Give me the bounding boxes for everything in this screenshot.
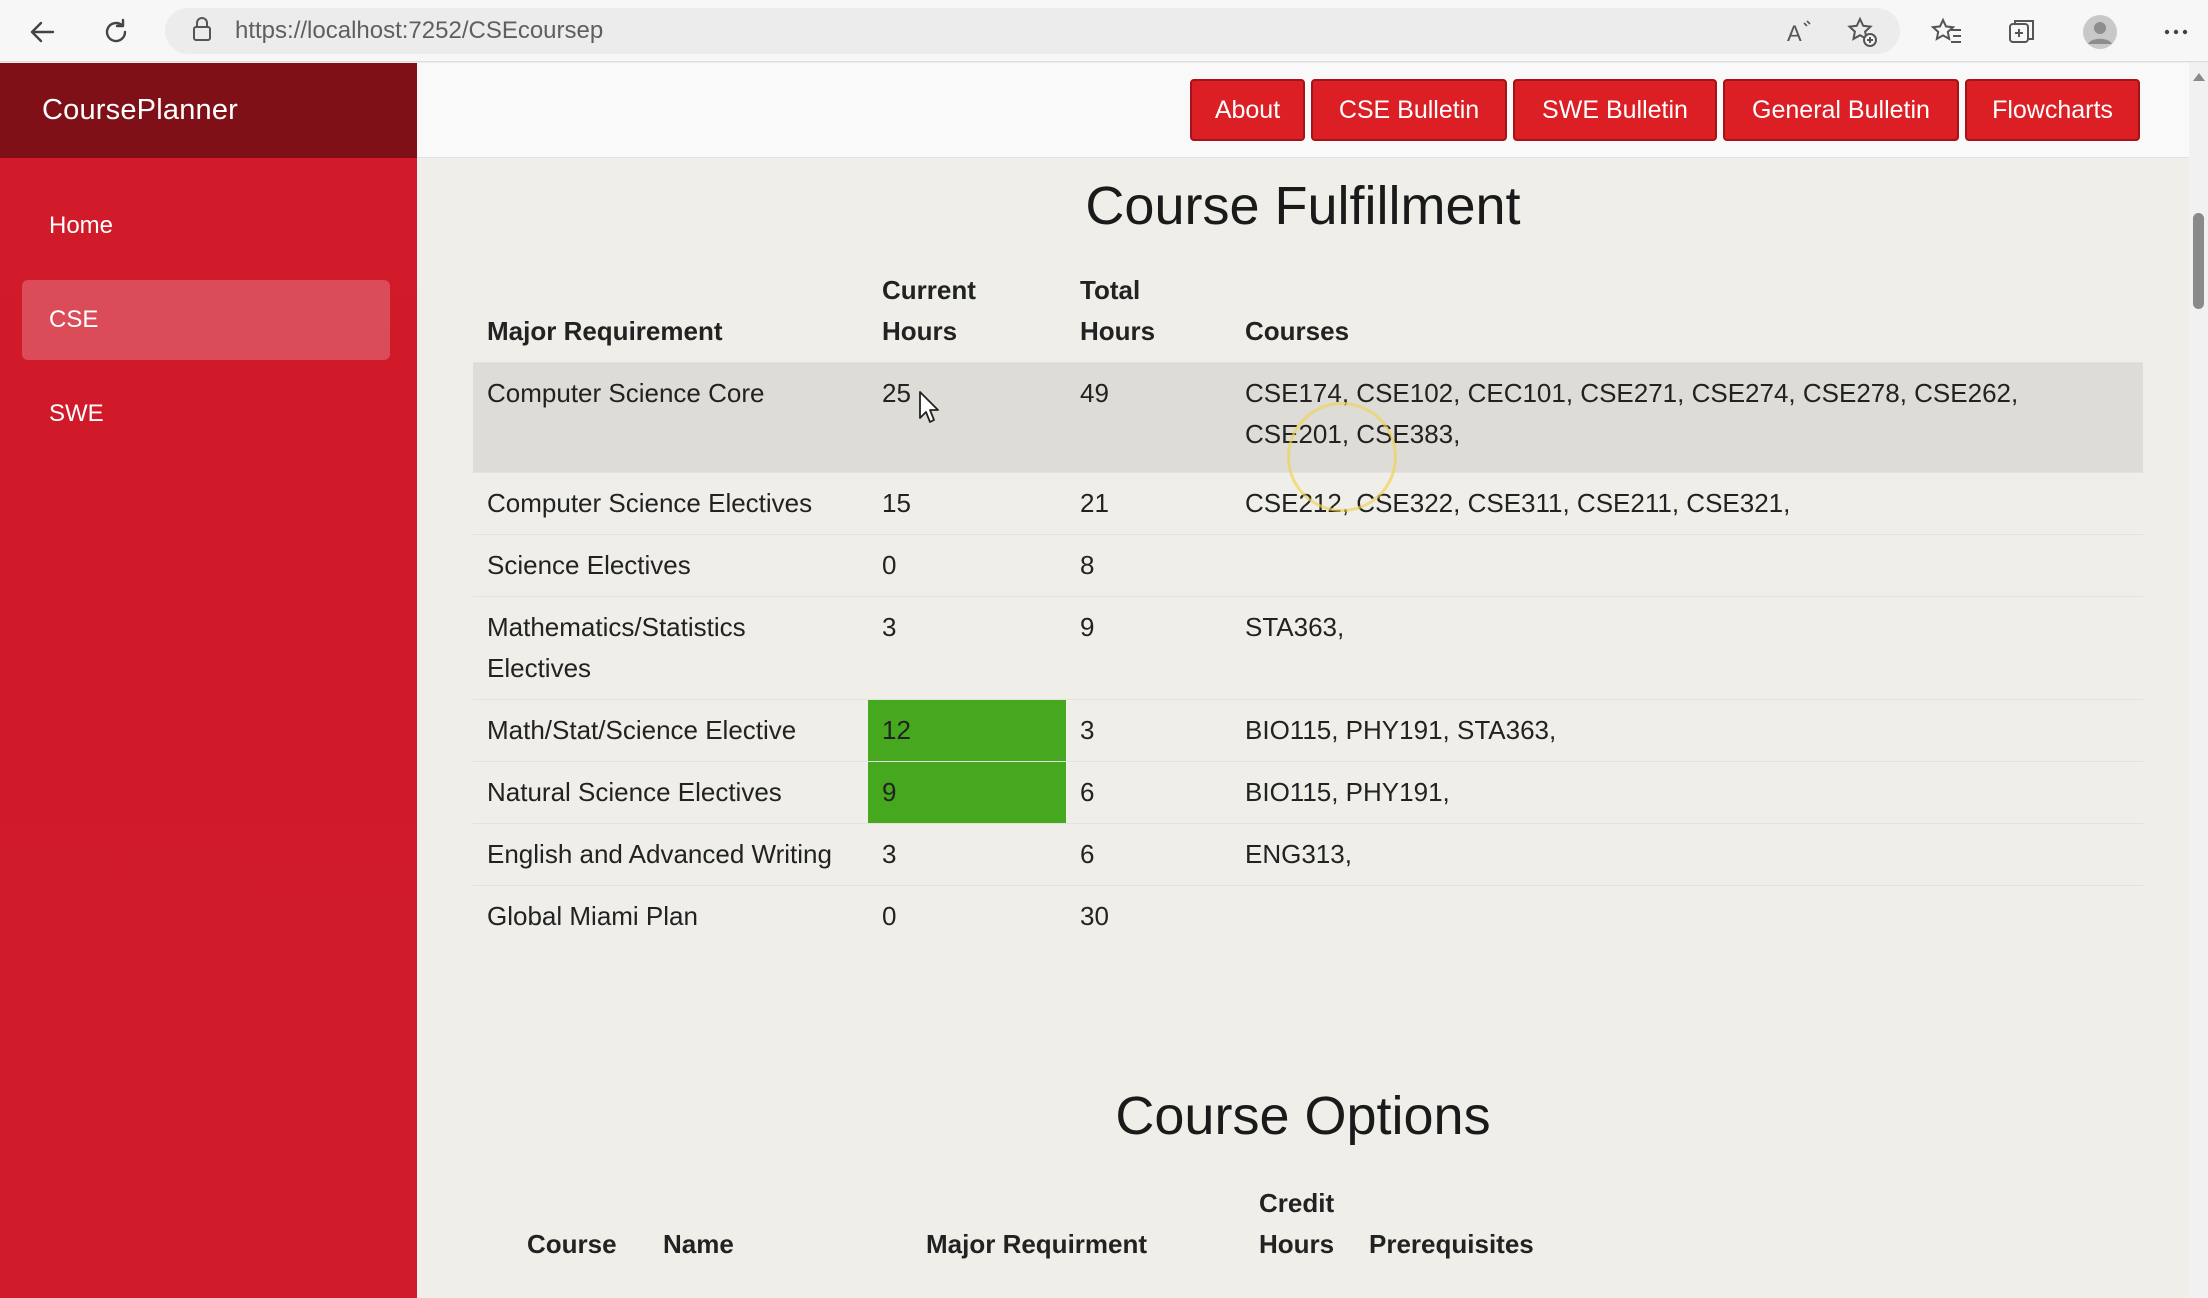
page-scrollbar[interactable] xyxy=(2189,63,2208,1298)
current-hours-cell: 3 xyxy=(882,839,897,869)
table-row: Global Miami Plan 0 30 xyxy=(473,885,2143,948)
sidebar: CoursePlanner Home CSE SWE xyxy=(0,63,417,1298)
fulfillment-title: Course Fulfillment xyxy=(1085,176,1521,236)
header-course: Course xyxy=(527,1229,617,1259)
requirement-cell: Computer Science Electives xyxy=(487,488,813,518)
courses-cell xyxy=(1231,886,2143,948)
collections-icon[interactable] xyxy=(2000,10,2044,54)
total-hours-cell: 8 xyxy=(1080,550,1095,580)
options-table: Course Name Major Requirment Credit Hours… xyxy=(513,1171,1548,1277)
courses-cell: STA363, xyxy=(1245,612,1345,642)
sidebar-item-swe[interactable]: SWE xyxy=(22,374,390,454)
requirement-cell: Mathematics/Statistics Electives xyxy=(487,612,746,683)
fulfillment-table-wrap: Major Requirement Current Hours Total Hour… xyxy=(473,258,2143,947)
read-aloud-icon[interactable]: A xyxy=(1777,10,1821,54)
click-indicator xyxy=(1287,402,1397,512)
swe-bulletin-button[interactable]: SWE Bulletin xyxy=(1513,79,1717,141)
total-hours-cell: 9 xyxy=(1080,612,1095,642)
header-current-hours: Current Hours xyxy=(882,275,976,346)
url-text[interactable]: https://localhost:7252/CSEcoursep xyxy=(235,17,603,45)
sidebar-item-home[interactable]: Home xyxy=(22,186,390,266)
header-prerequisites: Prerequisites xyxy=(1369,1229,1534,1259)
header-credit-hours: Credit Hours xyxy=(1259,1188,1335,1259)
course-options-title: Course Options xyxy=(1115,1086,1491,1146)
total-hours-cell: 30 xyxy=(1080,901,1109,931)
back-arrow-icon[interactable] xyxy=(20,10,64,54)
options-table-wrap: Course Name Major Requirment Credit Hours… xyxy=(513,1171,2113,1277)
current-hours-cell: 0 xyxy=(882,550,897,580)
current-hours-cell: 15 xyxy=(882,488,911,518)
lock-icon[interactable] xyxy=(191,16,213,47)
current-hours-cell: 25 xyxy=(882,378,911,408)
total-hours-cell: 21 xyxy=(1080,488,1109,518)
table-row: English and Advanced Writing 3 6 ENG313, xyxy=(473,823,2143,886)
star-plus-icon[interactable] xyxy=(1840,10,1884,54)
sidebar-item-cse[interactable]: CSE xyxy=(22,280,390,360)
table-header-row: Course Name Major Requirment Credit Hours… xyxy=(513,1171,1548,1277)
requirement-cell: Math/Stat/Science Elective xyxy=(487,715,797,745)
mouse-cursor-icon xyxy=(918,390,942,429)
brand-bar: CoursePlanner xyxy=(0,63,417,158)
header-major-requirement: Major Requirment xyxy=(926,1229,1148,1259)
courses-cell: BIO115, PHY191, xyxy=(1245,777,1450,807)
total-hours-cell: 6 xyxy=(1080,839,1095,869)
more-icon[interactable] xyxy=(2154,10,2198,54)
header-total-hours: Total Hours xyxy=(1080,275,1156,346)
requirement-cell: Global Miami Plan xyxy=(487,901,698,931)
avatar-icon[interactable] xyxy=(2078,10,2122,54)
favorites-icon[interactable] xyxy=(1925,10,1969,54)
header-major-requirement: Major Requirement xyxy=(487,316,723,346)
requirement-cell: Science Electives xyxy=(487,550,691,580)
fulfillment-table: Major Requirement Current Hours Total Hour… xyxy=(473,258,2143,947)
top-nav: About CSE Bulletin SWE Bulletin General … xyxy=(417,63,2189,158)
table-row: Mathematics/Statistics Electives 3 9 STA… xyxy=(473,596,2143,700)
scroll-up-arrow-icon[interactable] xyxy=(2193,73,2205,81)
requirement-cell: English and Advanced Writing xyxy=(487,839,832,869)
courses-cell xyxy=(1231,535,2143,597)
current-hours-cell: 3 xyxy=(882,612,897,642)
scroll-thumb[interactable] xyxy=(2193,213,2204,309)
current-hours-cell: 0 xyxy=(882,901,897,931)
about-button[interactable]: About xyxy=(1190,79,1305,141)
requirement-cell: Natural Science Electives xyxy=(487,777,782,807)
total-hours-cell: 6 xyxy=(1080,777,1095,807)
total-hours-cell: 49 xyxy=(1080,378,1109,408)
table-row: Math/Stat/Science Elective 12 3 BIO115, … xyxy=(473,699,2143,762)
refresh-icon[interactable] xyxy=(94,10,138,54)
header-courses: Courses xyxy=(1245,316,1350,346)
general-bulletin-button[interactable]: General Bulletin xyxy=(1723,79,1959,141)
courses-cell: BIO115, PHY191, STA363, xyxy=(1245,715,1557,745)
header-name: Name xyxy=(663,1229,734,1259)
browser-toolbar: https://localhost:7252/CSEcoursep A xyxy=(0,0,2208,62)
table-row: Science Electives 0 8 xyxy=(473,534,2143,597)
brand-link[interactable]: CoursePlanner xyxy=(42,94,238,127)
flowcharts-button[interactable]: Flowcharts xyxy=(1965,79,2140,141)
table-header-row: Major Requirement Current Hours Total Hour… xyxy=(473,258,2143,363)
main-content: About CSE Bulletin SWE Bulletin General … xyxy=(417,63,2189,1298)
address-bar[interactable]: https://localhost:7252/CSEcoursep xyxy=(165,8,1900,54)
current-hours-cell-exceeded: 9 xyxy=(868,761,1066,824)
current-hours-cell-exceeded: 12 xyxy=(868,699,1066,762)
courses-cell: ENG313, xyxy=(1245,839,1352,869)
svg-text:A: A xyxy=(1787,21,1802,46)
cse-bulletin-button[interactable]: CSE Bulletin xyxy=(1311,79,1507,141)
total-hours-cell: 3 xyxy=(1080,715,1095,745)
table-row: Natural Science Electives 9 6 BIO115, PH… xyxy=(473,761,2143,824)
requirement-cell: Computer Science Core xyxy=(487,378,765,408)
